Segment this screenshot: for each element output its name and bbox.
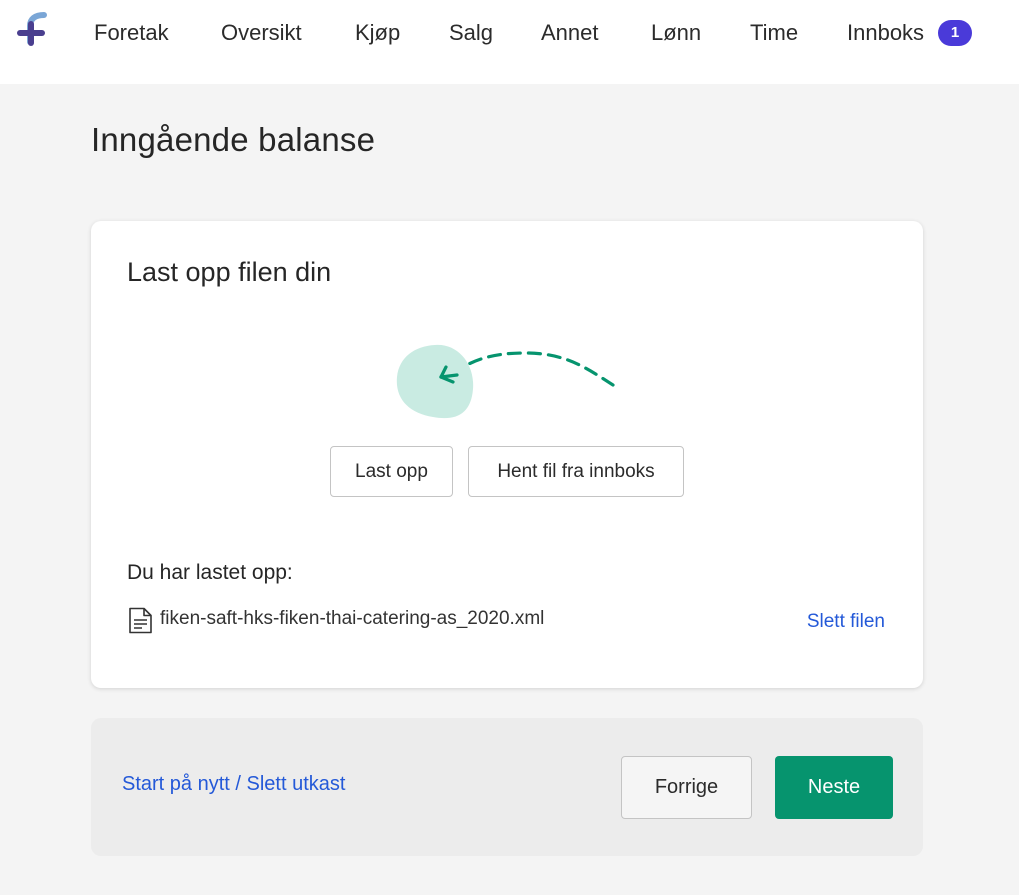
top-navigation-bar: Foretak Oversikt Kjøp Salg Annet Lønn Ti… — [0, 0, 1019, 84]
nav-item-oversikt[interactable]: Oversikt — [221, 19, 302, 47]
nav-item-kjop[interactable]: Kjøp — [355, 19, 400, 47]
previous-button[interactable]: Forrige — [621, 756, 752, 819]
upload-arrow-illustration — [396, 344, 615, 419]
delete-file-link[interactable]: Slett filen — [807, 611, 885, 633]
uploaded-file-name: fiken-saft-hks-fiken-thai-catering-as_20… — [160, 608, 545, 629]
upload-card-title: Last opp filen din — [127, 257, 332, 287]
nav-item-salg[interactable]: Salg — [449, 19, 493, 47]
next-button[interactable]: Neste — [775, 756, 893, 819]
uploaded-files-label: Du har lastet opp: — [127, 561, 293, 584]
upload-button[interactable]: Last opp — [330, 446, 453, 497]
document-icon — [129, 607, 152, 634]
nav-item-lonn[interactable]: Lønn — [651, 19, 701, 47]
nav-item-innboks[interactable]: Innboks — [847, 19, 924, 47]
fetch-from-inbox-button[interactable]: Hent fil fra innboks — [468, 446, 684, 497]
inbox-count-badge: 1 — [938, 20, 972, 46]
nav-item-time[interactable]: Time — [750, 19, 798, 47]
restart-delete-draft-link[interactable]: Start på nytt / Slett utkast — [122, 773, 345, 796]
fiken-logo-icon[interactable] — [17, 12, 51, 48]
upload-card: Last opp filen din Last opp Hent fil fra… — [91, 221, 923, 688]
nav-item-annet[interactable]: Annet — [541, 19, 599, 47]
wizard-footer: Start på nytt / Slett utkast Forrige Nes… — [91, 718, 923, 856]
page-title: Inngående balanse — [91, 121, 376, 158]
nav-item-foretak[interactable]: Foretak — [94, 19, 169, 47]
